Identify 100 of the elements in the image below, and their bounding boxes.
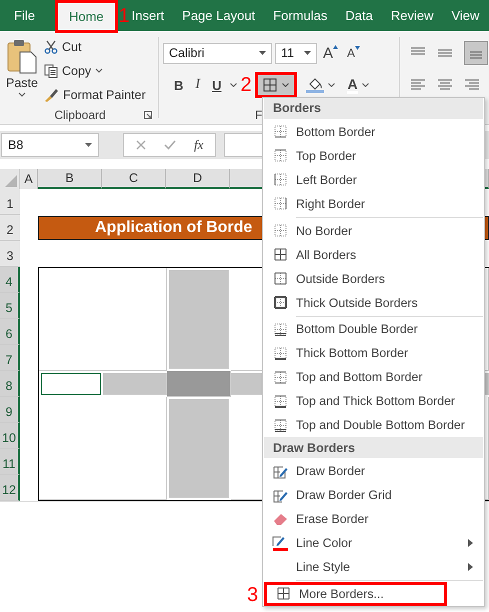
row-header[interactable]: 3 bbox=[0, 241, 20, 267]
scissors-icon bbox=[44, 40, 58, 54]
menu-section-header: Borders bbox=[264, 98, 483, 119]
grid-icon bbox=[263, 78, 278, 92]
ribbon-tab[interactable]: Home bbox=[56, 2, 116, 31]
row-header[interactable]: 10 bbox=[0, 423, 20, 449]
top-thick-bottom-border-icon bbox=[274, 394, 286, 408]
column-header[interactable]: D bbox=[166, 169, 230, 189]
group-label: Clipboard bbox=[54, 108, 106, 122]
italic-button[interactable]: I bbox=[192, 77, 204, 93]
row-header[interactable]: 8 bbox=[0, 371, 20, 397]
top-border-icon bbox=[274, 149, 286, 162]
double-bottom-border-icon bbox=[274, 322, 286, 336]
grow-font-button[interactable]: A bbox=[320, 44, 342, 62]
row-header[interactable]: 1 bbox=[0, 189, 20, 215]
callout-number: 2 bbox=[240, 75, 252, 95]
ribbon-tab[interactable]: View bbox=[443, 0, 488, 31]
top-double-bottom-border-icon bbox=[274, 418, 286, 432]
align-left-icon[interactable] bbox=[410, 79, 426, 91]
selected-cell[interactable] bbox=[41, 373, 101, 395]
pencil-line-icon bbox=[272, 535, 288, 552]
copy-button[interactable]: Copy bbox=[44, 60, 146, 81]
name-box[interactable]: B8 bbox=[1, 133, 99, 157]
thick-outside-border-icon bbox=[274, 296, 286, 310]
caret-icon bbox=[85, 143, 92, 147]
align-right-icon[interactable] bbox=[464, 79, 480, 91]
bold-button[interactable]: B bbox=[171, 78, 186, 92]
borders-button[interactable] bbox=[255, 72, 298, 98]
caret-icon bbox=[328, 83, 336, 87]
callout-frame bbox=[54, 0, 118, 33]
triangle-icon bbox=[5, 175, 17, 187]
caret-icon bbox=[95, 68, 104, 73]
shaded-cell[interactable] bbox=[167, 371, 231, 397]
right-border-icon bbox=[274, 197, 286, 210]
eraser-icon bbox=[272, 513, 288, 526]
format-painter-button[interactable]: Format Painter bbox=[44, 84, 146, 105]
menu-item[interactable]: Bottom Border bbox=[264, 120, 483, 144]
row-header[interactable]: 2 bbox=[0, 215, 20, 241]
font-color-button[interactable]: A bbox=[344, 76, 372, 94]
font-name-field[interactable]: Calibri bbox=[163, 42, 272, 64]
pencil-grid-icon bbox=[272, 464, 288, 479]
menu-item[interactable]: Top and Thick Bottom Border bbox=[264, 389, 483, 414]
menu-item[interactable]: Thick Bottom Border bbox=[264, 341, 483, 366]
paste-button[interactable]: Paste bbox=[6, 36, 38, 106]
cut-button[interactable]: Cut bbox=[44, 36, 146, 57]
underline-button[interactable]: U bbox=[209, 78, 224, 92]
align-center-icon[interactable] bbox=[437, 79, 453, 91]
paint-bucket-icon bbox=[306, 77, 324, 93]
shaded-cell[interactable] bbox=[103, 373, 167, 395]
menu-item[interactable]: Line Style bbox=[264, 555, 483, 580]
column-header[interactable]: C bbox=[102, 169, 166, 189]
group-label: F bbox=[255, 108, 262, 122]
row-header[interactable]: 7 bbox=[0, 345, 20, 371]
menu-item[interactable]: Right Border bbox=[264, 192, 483, 216]
shrink-font-button[interactable]: A bbox=[344, 46, 364, 60]
row-header[interactable]: 5 bbox=[0, 293, 20, 319]
menu-item[interactable]: No Border bbox=[264, 218, 483, 243]
row-header[interactable]: 4 bbox=[0, 267, 20, 293]
row-header[interactable]: 9 bbox=[0, 397, 20, 423]
menu-item[interactable]: Top and Bottom Border bbox=[264, 365, 483, 390]
menu-item[interactable]: Draw Border Grid bbox=[264, 483, 483, 508]
menu-item[interactable]: Top and Double Bottom Border bbox=[264, 413, 483, 438]
align-bottom-button[interactable] bbox=[464, 41, 488, 65]
menu-item[interactable]: Draw Border bbox=[264, 459, 483, 484]
column-header[interactable]: B bbox=[38, 169, 102, 189]
ribbon-tab[interactable]: Data bbox=[337, 0, 381, 31]
up-triangle-icon bbox=[333, 44, 338, 48]
copy-icon bbox=[44, 64, 58, 78]
down-triangle-icon bbox=[355, 46, 360, 50]
caret-icon bbox=[362, 83, 369, 87]
menu-item[interactable]: All Borders bbox=[264, 242, 483, 267]
brush-icon bbox=[44, 88, 59, 102]
row-header[interactable]: 6 bbox=[0, 319, 20, 345]
row-header[interactable]: 11 bbox=[0, 449, 20, 475]
left-border-icon bbox=[274, 173, 286, 186]
menu-item[interactable]: Thick Outside Borders bbox=[264, 290, 483, 315]
grid-icon bbox=[276, 587, 290, 600]
menu-item[interactable]: Top Border bbox=[264, 144, 483, 168]
ribbon-tab[interactable]: Page Layout bbox=[174, 0, 264, 31]
ribbon-tab[interactable]: Formulas bbox=[265, 0, 336, 31]
menu-item[interactable]: Left Border bbox=[264, 168, 483, 192]
font-size-field[interactable]: 11 bbox=[275, 42, 317, 64]
check-icon[interactable] bbox=[164, 140, 176, 150]
clipboard-icon bbox=[6, 38, 37, 74]
menu-item[interactable]: Bottom Double Border bbox=[264, 317, 483, 342]
ribbon-tab[interactable]: File bbox=[6, 0, 43, 31]
column-header[interactable]: A bbox=[20, 169, 38, 189]
menu-item[interactable]: Outside Borders bbox=[264, 266, 483, 291]
caret-icon bbox=[282, 83, 290, 87]
menu-item[interactable]: Line Color bbox=[264, 531, 483, 556]
ribbon-tab[interactable]: Review bbox=[382, 0, 442, 31]
insert-function-button[interactable]: fx bbox=[194, 137, 204, 153]
bottom-border-icon bbox=[274, 125, 286, 138]
thick-bottom-border-icon bbox=[274, 346, 286, 360]
menu-section-header: Draw Borders bbox=[264, 437, 483, 458]
align-middle-icon[interactable] bbox=[437, 47, 453, 59]
row-header[interactable]: 12 bbox=[0, 475, 20, 501]
dialog-launcher-icon[interactable] bbox=[144, 111, 152, 119]
menu-item[interactable]: Erase Border bbox=[264, 507, 483, 532]
no-border-icon bbox=[274, 224, 286, 238]
